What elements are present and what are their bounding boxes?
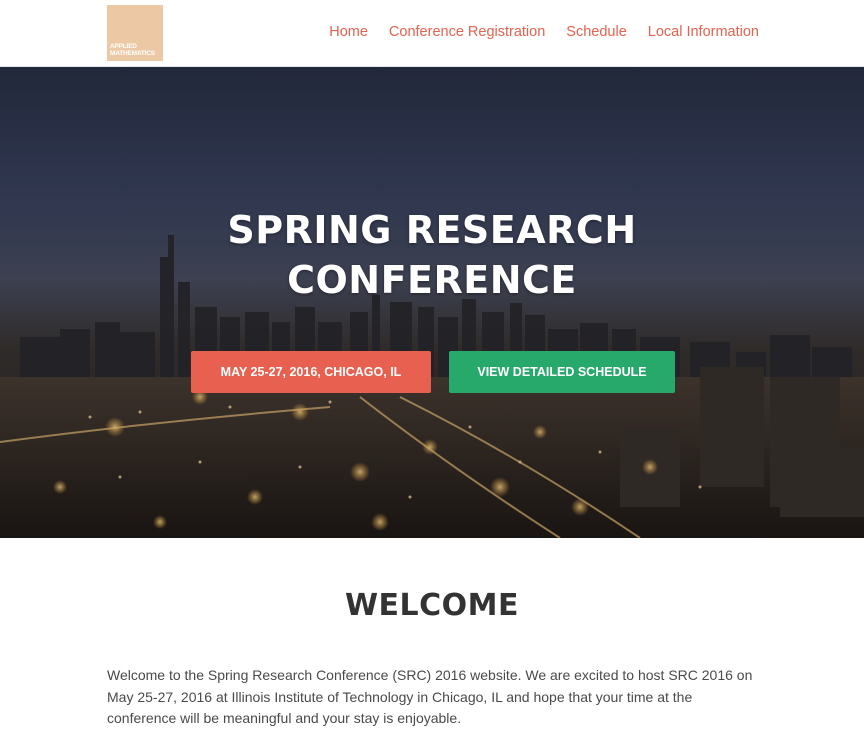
hero-banner: SPRING RESEARCH CONFERENCE MAY 25-27, 20… <box>0 67 864 538</box>
site-logo[interactable]: APPLIED MATHEMATICS <box>107 5 163 61</box>
nav-home[interactable]: Home <box>329 24 368 40</box>
nav-conference-registration[interactable]: Conference Registration <box>389 24 545 40</box>
welcome-heading: WELCOME <box>344 588 520 623</box>
nav-local-information[interactable]: Local Information <box>648 24 759 40</box>
main-nav: Home Conference Registration Schedule Lo… <box>329 24 759 40</box>
hero-title: SPRING RESEARCH CONFERENCE <box>0 205 864 305</box>
nav-schedule[interactable]: Schedule <box>566 24 626 40</box>
hero-title-line-2: CONFERENCE <box>287 258 577 302</box>
site-header: APPLIED MATHEMATICS Home Conference Regi… <box>0 0 864 67</box>
welcome-paragraph: Welcome to the Spring Research Conferenc… <box>107 667 753 726</box>
view-schedule-button[interactable]: VIEW DETAILED SCHEDULE <box>449 351 675 393</box>
date-location-button[interactable]: MAY 25-27, 2016, CHICAGO, IL <box>191 351 431 393</box>
logo-text: APPLIED MATHEMATICS <box>110 43 155 57</box>
hero-title-line-1: SPRING RESEARCH <box>227 208 637 252</box>
